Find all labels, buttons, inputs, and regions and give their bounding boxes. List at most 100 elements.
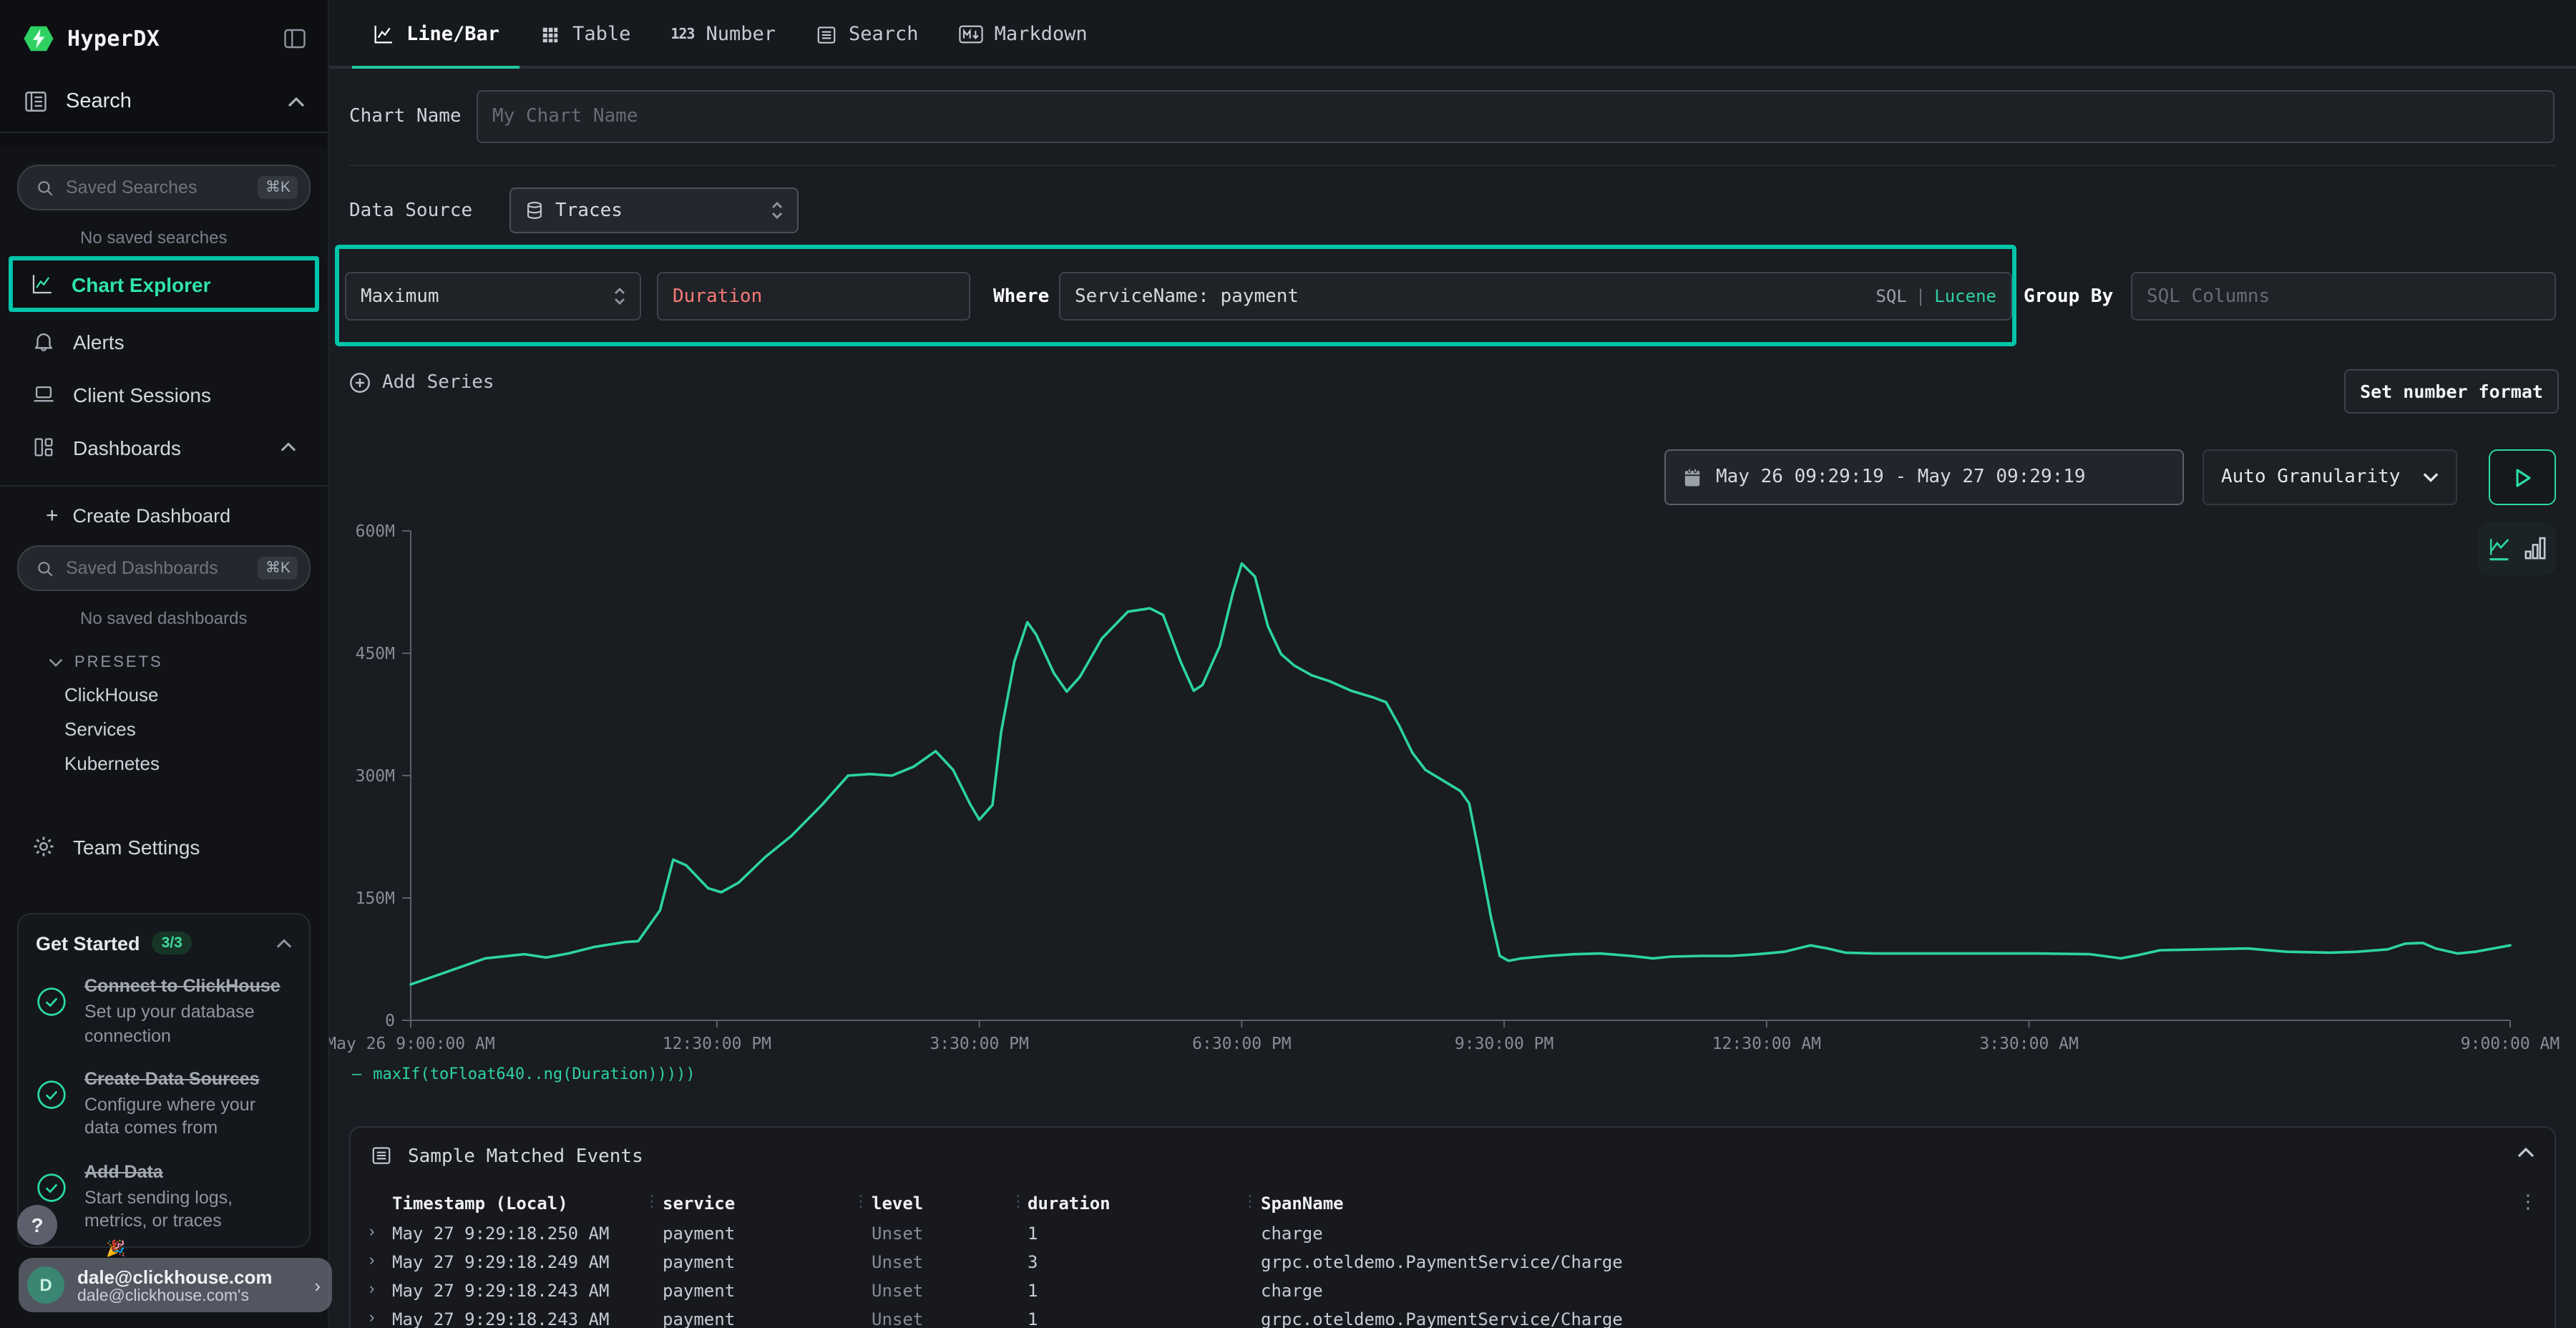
tab-table[interactable]: Table [519,0,650,69]
sql-toggle-option[interactable]: SQL [1875,286,1906,306]
tab-label: Line/Bar [406,23,499,46]
field-input[interactable]: Duration [657,272,970,321]
get-started-item[interactable]: Add DataStart sending logs, metrics, or … [36,1160,292,1233]
granularity-select[interactable]: Auto Granularity [2202,449,2457,505]
list-icon [816,24,837,45]
column-header-service[interactable]: service [663,1193,735,1214]
chart-legend: — maxIf(toFloat640..ng(Duration))))) [352,1065,696,1083]
lucene-toggle-option[interactable]: Lucene [1934,286,1996,306]
query-language-toggle[interactable]: SQL|Lucene [1875,286,1996,306]
chevron-up-icon [288,97,305,107]
column-header-duration[interactable]: duration [1028,1193,1111,1214]
chevron-up-icon[interactable] [2517,1148,2534,1158]
sidebar-item-client-sessions[interactable]: Client Sessions [17,371,311,418]
sidebar-item-dashboards[interactable]: Dashboards [17,424,311,471]
timeseries-chart[interactable]: 0150M300M450M600MMay 26 9:00:00 AM12:30:… [328,515,2532,1088]
granularity-value: Auto Granularity [2221,467,2400,488]
tab-search[interactable]: Search [796,0,939,69]
event-cell: 3 [1028,1252,1038,1272]
create-dashboard-button[interactable]: + Create Dashboard [46,504,311,528]
user-menu[interactable]: D dale@clickhouse.com dale@clickhouse.co… [19,1258,332,1312]
updown-chevron-icon [614,288,625,305]
calendar-icon [1683,467,1702,487]
set-number-format-button[interactable]: Set number format [2344,369,2559,414]
column-resize-handle[interactable]: ⋮ [644,1192,660,1211]
column-header-level[interactable]: level [872,1193,923,1214]
run-query-button[interactable] [2489,449,2556,505]
event-table-row[interactable]: ›May 27 9:29:18.243 AMpaymentUnset1charg… [351,1276,2555,1305]
x-axis-tick-label: 6:30:00 PM [1192,1035,1291,1053]
event-cell: May 27 9:29:18.243 AM [392,1281,609,1301]
row-expand-chevron-icon[interactable]: › [369,1281,374,1298]
saved-dashboards-placeholder: Saved Dashboards [66,558,258,578]
date-range-picker[interactable]: May 26 09:29:19 - May 27 09:29:19 [1664,449,2184,505]
column-header-timestamp[interactable]: Timestamp (Local) [392,1193,568,1214]
task-description: Configure where your data comes from [84,1093,292,1140]
preset-kubernetes[interactable]: Kubernetes [64,753,311,774]
sidebar-item-chart-explorer[interactable]: Chart Explorer [9,256,319,312]
get-started-item[interactable]: Connect to ClickHouseSet up your databas… [36,975,292,1048]
sidebar-item-label: Client Sessions [73,383,211,406]
preset-services[interactable]: Services [64,718,311,740]
event-table-row[interactable]: ›May 27 9:29:18.243 AMpaymentUnset1grpc.… [351,1305,2555,1328]
chevron-down-icon [49,658,63,667]
sidebar-item-alerts[interactable]: Alerts [17,318,311,365]
sample-matched-events-panel: Sample Matched Events Timestamp (Local) … [349,1126,2556,1328]
y-axis-tick-label: 450M [356,645,395,663]
event-table-row[interactable]: ›May 27 9:29:18.249 AMpaymentUnset3grpc.… [351,1248,2555,1276]
event-cell: charge [1261,1281,1323,1301]
tab-label: Markdown [995,23,1088,46]
event-cell: May 27 9:29:18.249 AM [392,1252,609,1272]
row-expand-chevron-icon[interactable]: › [369,1252,374,1269]
sidebar-section-search[interactable]: Search [0,89,328,114]
where-label: Where [993,272,1049,321]
app-root: HyperDX Search [0,0,2576,1328]
chevron-up-icon[interactable] [276,938,292,948]
row-expand-chevron-icon[interactable]: › [369,1224,374,1241]
tab-line-bar[interactable]: Line/Bar [352,0,519,69]
x-axis-tick-label: May 26 9:00:00 AM [326,1035,494,1053]
legend-dash: — [352,1065,361,1083]
no-saved-dashboards-text: No saved dashboards [80,608,311,628]
group-by-input[interactable]: SQL Columns [2131,272,2556,321]
column-resize-handle[interactable]: ⋮ [853,1192,869,1211]
search-icon [36,559,54,577]
saved-searches-input[interactable]: Saved Searches ⌘K [17,165,311,210]
presets-label: PRESETS [74,654,163,671]
sidebar-item-team-settings[interactable]: Team Settings [17,823,311,870]
where-input[interactable]: ServiceName: payment SQL|Lucene [1059,272,2012,321]
check-circle-icon [36,1079,67,1110]
help-button[interactable]: ? [17,1205,57,1245]
data-source-label: Data Source [349,187,472,233]
presets-header[interactable]: PRESETS [49,654,311,671]
toggle-separator: | [1907,286,1934,306]
add-series-button[interactable]: Add Series [349,372,494,394]
get-started-item[interactable]: Create Data SourcesConfigure where your … [36,1068,292,1141]
saved-dashboards-input[interactable]: Saved Dashboards ⌘K [17,545,311,591]
preset-clickhouse[interactable]: ClickHouse [64,684,311,706]
data-source-value: Traces [555,200,623,221]
event-cell: 1 [1028,1309,1038,1328]
shortcut-badge: ⌘K [258,176,298,199]
task-description: Start sending logs, metrics, or traces [84,1186,292,1233]
hyperdx-logo-icon [23,23,54,54]
chart-name-label: Chart Name [349,90,462,143]
field-value: Duration [673,285,762,307]
collapse-sidebar-icon[interactable] [282,26,308,52]
tab-number[interactable]: 123Number [650,0,796,69]
event-cell: Unset [872,1281,923,1301]
column-header-spanname[interactable]: SpanName [1261,1193,1344,1214]
column-resize-handle[interactable]: ⋮ [1010,1192,1026,1211]
data-source-select[interactable]: Traces [509,187,799,233]
tab-markdown[interactable]: Markdown [939,0,1108,69]
chart-name-input[interactable]: My Chart Name [477,90,2555,143]
group-by-label: Group By [2024,272,2113,321]
kebab-menu-icon[interactable]: ⋮ [2519,1191,2537,1214]
row-expand-chevron-icon[interactable]: › [369,1309,374,1327]
aggregation-select[interactable]: Maximum [345,272,641,321]
y-axis-tick-label: 300M [356,767,395,786]
legend-series-label: maxIf(toFloat640..ng(Duration))))) [373,1065,695,1083]
chevron-down-icon [2423,472,2439,482]
column-resize-handle[interactable]: ⋮ [1242,1192,1258,1211]
event-table-row[interactable]: ›May 27 9:29:18.250 AMpaymentUnset1charg… [351,1219,2555,1248]
